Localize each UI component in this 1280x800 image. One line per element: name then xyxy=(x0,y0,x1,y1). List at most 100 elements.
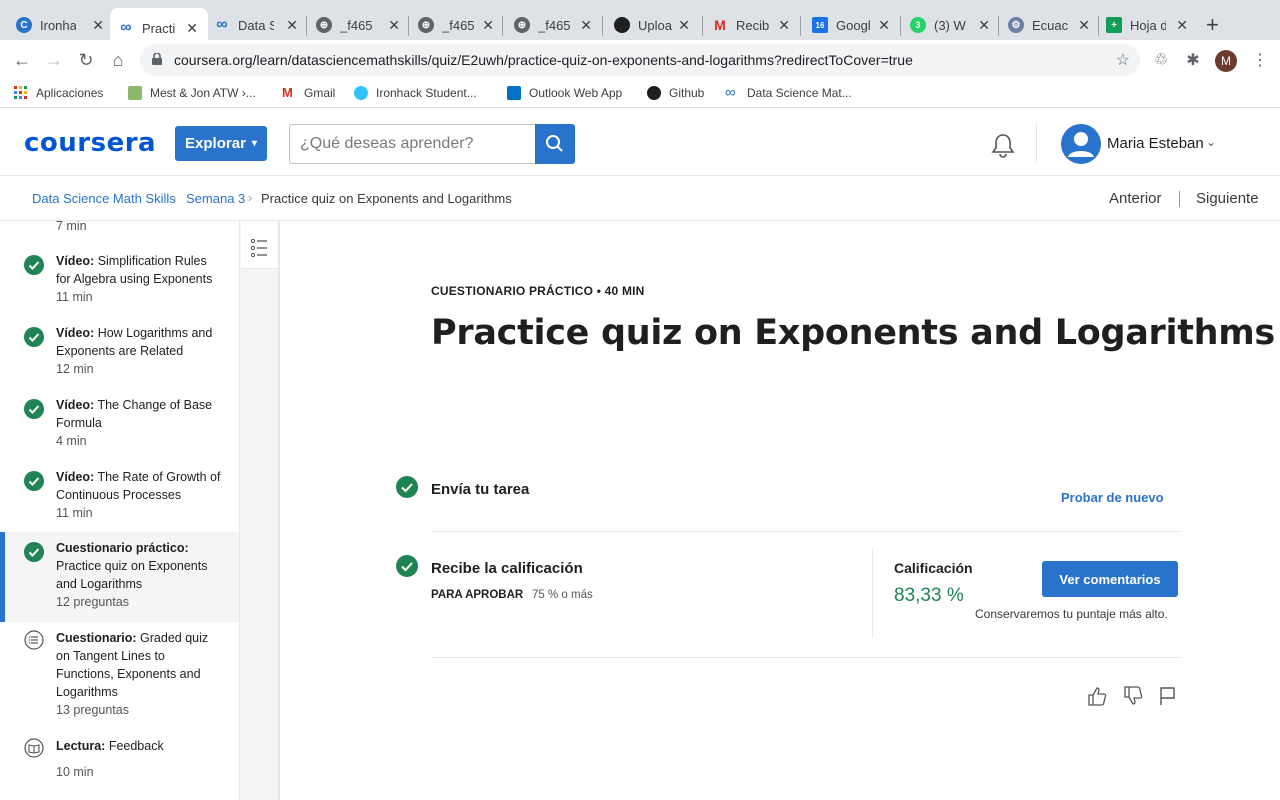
browser-tab[interactable]: ⊕ _f465 ✕ xyxy=(316,8,404,42)
sidebar-item-video[interactable]: Vídeo: How Logarithms and Exponents are … xyxy=(0,319,239,381)
user-name[interactable]: Maria Esteban xyxy=(1107,135,1204,152)
tab-close-icon[interactable]: ✕ xyxy=(778,17,790,34)
bookmark-outlook[interactable]: Outlook Web App xyxy=(507,86,622,100)
sidebar-item-video[interactable]: Vídeo: The Rate of Growth of Continuous … xyxy=(0,463,239,525)
tab-close-icon[interactable]: ✕ xyxy=(482,17,494,34)
tab-title: Uploa xyxy=(638,17,672,33)
sheets-icon: + xyxy=(1106,17,1122,33)
github-icon xyxy=(614,17,630,33)
thumbs-down-icon[interactable] xyxy=(1122,685,1144,707)
reload-icon[interactable]: ↻ xyxy=(74,48,98,72)
retry-button[interactable]: Probar de nuevo xyxy=(1061,490,1164,505)
profile-avatar[interactable]: M xyxy=(1215,50,1237,72)
tab-close-icon[interactable]: ✕ xyxy=(286,17,298,34)
site-header: coursera Explorar ▾ ¿Qué deseas aprender… xyxy=(0,111,1280,176)
bookmark-github[interactable]: Github xyxy=(647,86,704,100)
view-feedback-button[interactable]: Ver comentarios xyxy=(1042,561,1178,597)
browser-tab[interactable]: Uploa ✕ xyxy=(614,8,694,42)
explore-button[interactable]: Explorar ▾ xyxy=(175,126,267,161)
sidebar-item-practice-quiz[interactable]: Cuestionario práctico: Practice quiz on … xyxy=(0,532,239,622)
bookmark-mest-jon[interactable]: Mest & Jon ATW ›... xyxy=(128,86,256,100)
sidebar-item-video[interactable]: Vídeo: The Change of Base Formula 4 min xyxy=(0,391,239,453)
previous-link[interactable]: Anterior xyxy=(1109,190,1162,207)
browser-tab[interactable]: C Ironha ✕ xyxy=(16,8,108,42)
browser-tab[interactable]: ⊕ _f465 ✕ xyxy=(514,8,596,42)
notifications-bell-icon[interactable] xyxy=(990,132,1016,158)
url-text: coursera.org/learn/datasciencemathskills… xyxy=(174,52,913,68)
tab-close-icon[interactable]: ✕ xyxy=(1078,17,1090,34)
breadcrumb-current: Practice quiz on Exponents and Logarithm… xyxy=(261,191,512,206)
tab-close-icon[interactable]: ✕ xyxy=(878,17,890,34)
browser-tab[interactable]: 16 Googl ✕ xyxy=(812,8,894,42)
puzzle-extensions-icon[interactable]: ✱ xyxy=(1183,50,1203,70)
tab-close-icon[interactable]: ✕ xyxy=(1176,17,1188,34)
coursera-icon: ∞ xyxy=(725,84,736,101)
globe-icon: ⊕ xyxy=(418,17,434,33)
coursera-logo[interactable]: coursera xyxy=(24,128,156,158)
sidebar-item-meta: 7 min xyxy=(56,221,87,233)
bookmark-apps[interactable]: Aplicaciones xyxy=(14,86,103,100)
grade-step-title: Recibe la calificación xyxy=(431,560,583,577)
forward-arrow-icon[interactable]: → xyxy=(42,48,66,72)
new-tab-icon[interactable]: + xyxy=(1206,12,1219,38)
gmail-icon: M xyxy=(714,17,726,33)
bookmark-ironhack[interactable]: Ironhack Student... xyxy=(354,86,477,100)
gear-favicon-icon: ⚙ xyxy=(1008,17,1024,33)
tab-close-icon[interactable]: ✕ xyxy=(580,17,592,34)
sidebar-item-meta: 11 min xyxy=(56,506,93,520)
browser-tab[interactable]: 3 (3) W ✕ xyxy=(910,8,994,42)
submit-step-title: Envía tu tarea xyxy=(431,481,530,498)
page-title: Practice quiz on Exponents and Logarithm… xyxy=(431,313,1275,353)
browser-tab[interactable]: ⚙ Ecuac ✕ xyxy=(1008,8,1094,42)
flag-icon[interactable] xyxy=(1157,685,1179,707)
sidebar-item-title: Cuestionario: Graded quiz on Tangent Lin… xyxy=(56,631,209,699)
apps-grid-icon xyxy=(14,86,27,99)
tab-title: Practi xyxy=(142,20,176,36)
grade-value: 83,33 % xyxy=(894,585,964,606)
bookmark-gmail[interactable]: M Gmail xyxy=(282,86,335,101)
browser-tab[interactable]: + Hoja d ✕ xyxy=(1106,8,1192,42)
highest-score-note: Conservaremos tu puntaje más alto. xyxy=(975,607,1168,621)
bookmark-label: Mest & Jon ATW ›... xyxy=(150,86,256,100)
tab-close-icon[interactable]: ✕ xyxy=(678,17,690,34)
outline-toggle-button[interactable] xyxy=(241,221,278,269)
sidebar-item[interactable]: 7 min xyxy=(0,221,239,241)
ironhack-icon xyxy=(354,86,368,100)
address-bar[interactable]: coursera.org/learn/datasciencemathskills… xyxy=(140,44,1140,76)
thumbs-up-icon[interactable] xyxy=(1086,685,1108,707)
github-icon xyxy=(647,86,661,100)
browser-tab[interactable]: ⊕ _f465 ✕ xyxy=(418,8,498,42)
breadcrumb-week[interactable]: Semana 3 xyxy=(186,191,245,206)
pass-threshold-value: 75 % o más xyxy=(532,589,593,601)
tab-title: Data S xyxy=(238,17,274,33)
search-button[interactable] xyxy=(535,124,575,164)
chevron-down-icon[interactable]: ⌄ xyxy=(1206,135,1216,149)
user-avatar[interactable] xyxy=(1061,124,1101,164)
breadcrumb-course[interactable]: Data Science Math Skills xyxy=(32,191,176,206)
tab-close-icon[interactable]: ✕ xyxy=(186,20,198,37)
sidebar-item-graded-quiz[interactable]: Cuestionario: Graded quiz on Tangent Lin… xyxy=(0,629,239,725)
sidebar-item-title: Lectura: Feedback xyxy=(56,739,164,753)
tab-close-icon[interactable]: ✕ xyxy=(92,17,104,34)
tab-close-icon[interactable]: ✕ xyxy=(978,17,990,34)
browser-tab[interactable]: M Recib ✕ xyxy=(712,8,794,42)
back-arrow-icon[interactable]: ← xyxy=(10,48,34,72)
course-outline-sidebar: 7 min Vídeo: Simplification Rules for Al… xyxy=(0,221,240,800)
bookmark-star-icon[interactable]: ☆ xyxy=(1116,50,1130,70)
bookmark-data-science[interactable]: ∞ Data Science Mat... xyxy=(725,84,852,101)
browser-menu-icon[interactable]: ⋮ xyxy=(1252,50,1268,70)
next-link[interactable]: Siguiente xyxy=(1196,190,1259,207)
item-type-label: CUESTIONARIO PRÁCTICO • 40 MIN xyxy=(431,284,645,298)
sidebar-item-meta: 11 min xyxy=(56,290,93,304)
tab-title: Ironha xyxy=(40,17,76,33)
home-icon[interactable]: ⌂ xyxy=(106,48,130,72)
sidebar-item-video[interactable]: Vídeo: Simplification Rules for Algebra … xyxy=(0,247,239,309)
search-input[interactable]: ¿Qué deseas aprender? xyxy=(289,124,535,164)
grade-label: Calificación xyxy=(894,560,973,576)
browser-tab[interactable]: ∞ Data S ✕ xyxy=(214,8,302,42)
tab-title: Ecuac xyxy=(1032,17,1068,33)
bookmark-label: Aplicaciones xyxy=(36,86,104,100)
recycle-extension-icon[interactable]: ♲ xyxy=(1151,50,1171,70)
sidebar-item-reading[interactable]: Lectura: Feedback 10 min xyxy=(0,737,239,797)
tab-close-icon[interactable]: ✕ xyxy=(388,17,400,34)
